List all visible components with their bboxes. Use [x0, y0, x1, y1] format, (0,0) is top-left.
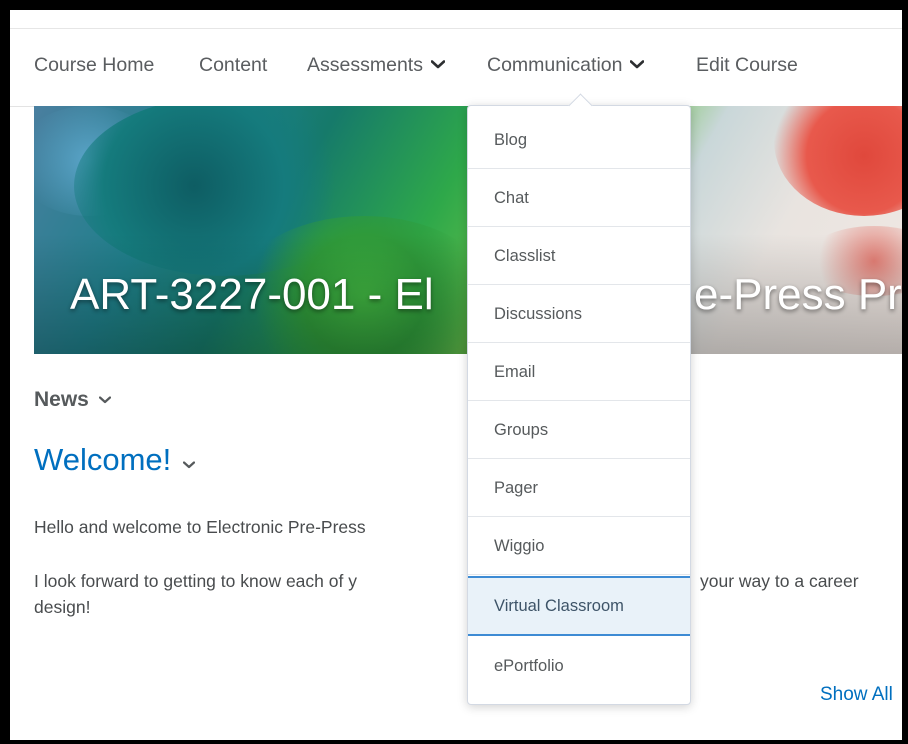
chevron-down-icon	[630, 52, 645, 75]
communication-dropdown-menu: Blog Chat Classlist Discussions Email Gr…	[467, 93, 691, 705]
news-paragraph-2-line2: design!	[34, 597, 91, 617]
menu-item-email[interactable]: Email	[468, 344, 690, 401]
menu-item-classlist[interactable]: Classlist	[468, 228, 690, 285]
menu-item-discussions[interactable]: Discussions	[468, 286, 690, 343]
nav-assessments-label: Assessments	[307, 54, 423, 76]
nav-communication-label: Communication	[487, 54, 623, 76]
menu-item-groups[interactable]: Groups	[468, 402, 690, 459]
news-heading[interactable]: News	[34, 388, 111, 412]
menu-item-blog[interactable]: Blog	[468, 112, 690, 169]
nav-course-home[interactable]: Course Home	[34, 54, 154, 77]
show-all-link[interactable]: Show All	[820, 684, 893, 706]
course-title-left: ART-3227-001 - El	[70, 270, 434, 319]
nav-communication[interactable]: Communication	[487, 52, 645, 77]
news-item-title-label: Welcome!	[34, 442, 172, 477]
chevron-down-icon	[430, 52, 446, 75]
chevron-down-icon	[183, 441, 196, 477]
nav-assessments[interactable]: Assessments	[307, 52, 446, 77]
nav-edit-course[interactable]: Edit Course	[696, 54, 798, 77]
news-item-title[interactable]: Welcome!	[34, 441, 196, 480]
chevron-down-icon	[98, 386, 111, 410]
menu-item-virtual-classroom[interactable]: Virtual Classroom	[468, 576, 690, 636]
browser-frame: Course Home Content Assessments Communic…	[0, 0, 908, 744]
menu-item-wiggio[interactable]: Wiggio	[468, 518, 690, 575]
news-paragraph-1: Hello and welcome to Electronic Pre-Pres…	[34, 517, 366, 537]
menu-item-pager[interactable]: Pager	[468, 460, 690, 517]
course-title-right: e-Press Pr	[694, 270, 902, 319]
news-paragraph-2-right: your way to a career	[700, 571, 859, 591]
top-divider	[10, 28, 902, 29]
nav-content[interactable]: Content	[199, 54, 267, 77]
news-paragraph-2-left: I look forward to getting to know each o…	[34, 571, 357, 591]
news-heading-label: News	[34, 388, 89, 411]
menu-item-eportfolio[interactable]: ePortfolio	[468, 638, 690, 695]
menu-item-chat[interactable]: Chat	[468, 170, 690, 227]
